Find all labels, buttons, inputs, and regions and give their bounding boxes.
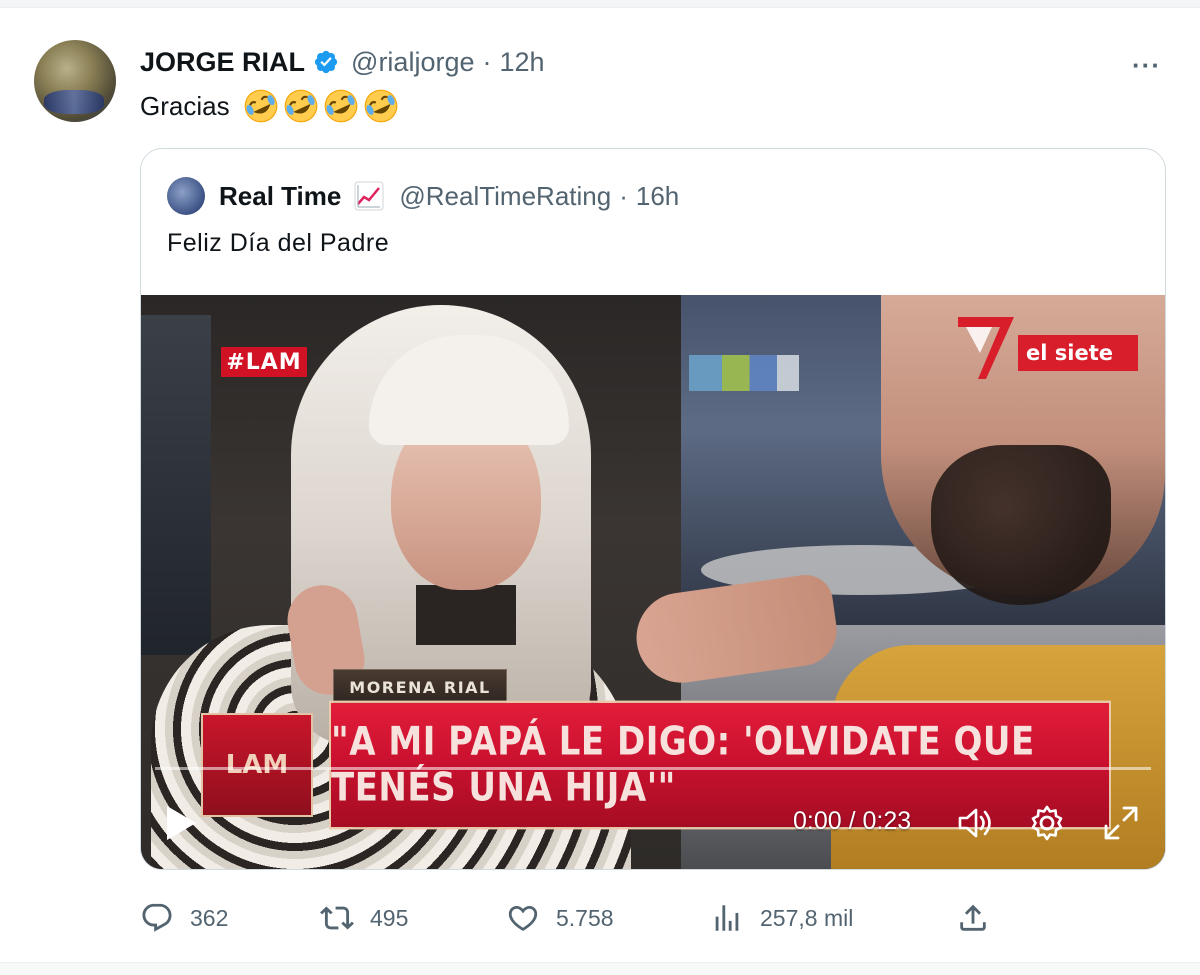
separator-dot: · <box>482 46 492 77</box>
share-icon <box>960 904 986 931</box>
tweet-header: JORGE RIAL @rialjorge · 12h <box>140 44 545 80</box>
video-reporter-beard <box>931 445 1111 605</box>
quoted-author-avatar[interactable] <box>167 177 205 215</box>
video-player[interactable]: #LAM el siete MORENA RIAL LAM "A MI PAPÁ… <box>141 295 1165 869</box>
author-handle[interactable]: @rialjorge <box>351 47 474 78</box>
channel-tag: #LAM <box>221 347 307 377</box>
rolling-on-floor-laughing-icon <box>244 89 277 123</box>
tweet-text: Gracias <box>140 88 400 124</box>
reply-button[interactable]: 362 <box>140 894 228 942</box>
video-person-neck <box>416 585 516 645</box>
verified-badge-icon <box>314 50 338 74</box>
bottom-divider <box>0 962 1200 975</box>
video-background-panel <box>141 315 211 655</box>
name-plate: MORENA RIAL <box>333 669 507 705</box>
more-options-button[interactable]: ··· <box>1132 50 1161 81</box>
settings-gear-icon[interactable] <box>1027 803 1067 843</box>
reply-icon <box>142 903 172 932</box>
reply-count: 362 <box>190 904 229 931</box>
retweet-icon <box>320 906 354 930</box>
quoted-author-name[interactable]: Real Time <box>219 181 341 212</box>
quoted-tweet-text: Feliz Día del Padre <box>167 229 390 257</box>
views-count: 257,8 mil <box>760 904 854 931</box>
video-progress-bar[interactable] <box>155 767 1151 770</box>
rolling-on-floor-laughing-icon <box>284 89 317 123</box>
rolling-on-floor-laughing-icon <box>364 89 397 123</box>
retweet-count: 495 <box>370 904 409 931</box>
chart-increasing-icon <box>354 181 384 211</box>
like-button[interactable]: 5.758 <box>506 894 614 942</box>
retweet-button[interactable]: 495 <box>320 894 408 942</box>
lam-logo: LAM <box>201 713 313 817</box>
el-siete-logo: el siete <box>956 313 1146 393</box>
top-divider <box>0 0 1200 8</box>
quoted-author-handle[interactable]: @RealTimeRating <box>399 181 611 212</box>
emoji-group <box>242 87 400 125</box>
author-name[interactable]: JORGE RIAL <box>140 47 305 78</box>
volume-icon[interactable] <box>955 803 995 843</box>
quoted-tweet[interactable]: Real Time @RealTimeRating · 16h Feliz Dí… <box>140 148 1166 870</box>
tweet-text-content: Gracias <box>140 90 230 121</box>
like-count: 5.758 <box>556 904 614 931</box>
quoted-separator-dot: · <box>619 180 628 211</box>
share-button[interactable] <box>956 894 990 942</box>
author-avatar[interactable] <box>34 40 116 122</box>
video-time: 0:00 / 0:23 <box>793 807 912 835</box>
seven-logo-icon <box>958 317 1014 379</box>
el-siete-label: el siete <box>1018 335 1138 371</box>
quoted-tweet-header: Real Time @RealTimeRating · 16h <box>167 177 679 215</box>
quoted-tweet-time[interactable]: 16h <box>636 181 679 212</box>
tweet-card: JORGE RIAL @rialjorge · 12h ··· Gracias … <box>0 0 1200 975</box>
play-icon[interactable] <box>163 803 199 843</box>
video-background-tiles <box>689 355 799 391</box>
action-bar: 362 495 5.758 257,8 mil <box>140 894 1140 942</box>
heart-icon <box>508 905 538 931</box>
rolling-on-floor-laughing-icon <box>324 89 357 123</box>
tweet-time[interactable]: 12h <box>499 47 544 78</box>
fullscreen-icon[interactable] <box>1101 803 1141 843</box>
views-button[interactable]: 257,8 mil <box>710 894 853 942</box>
views-chart-icon <box>715 905 739 931</box>
